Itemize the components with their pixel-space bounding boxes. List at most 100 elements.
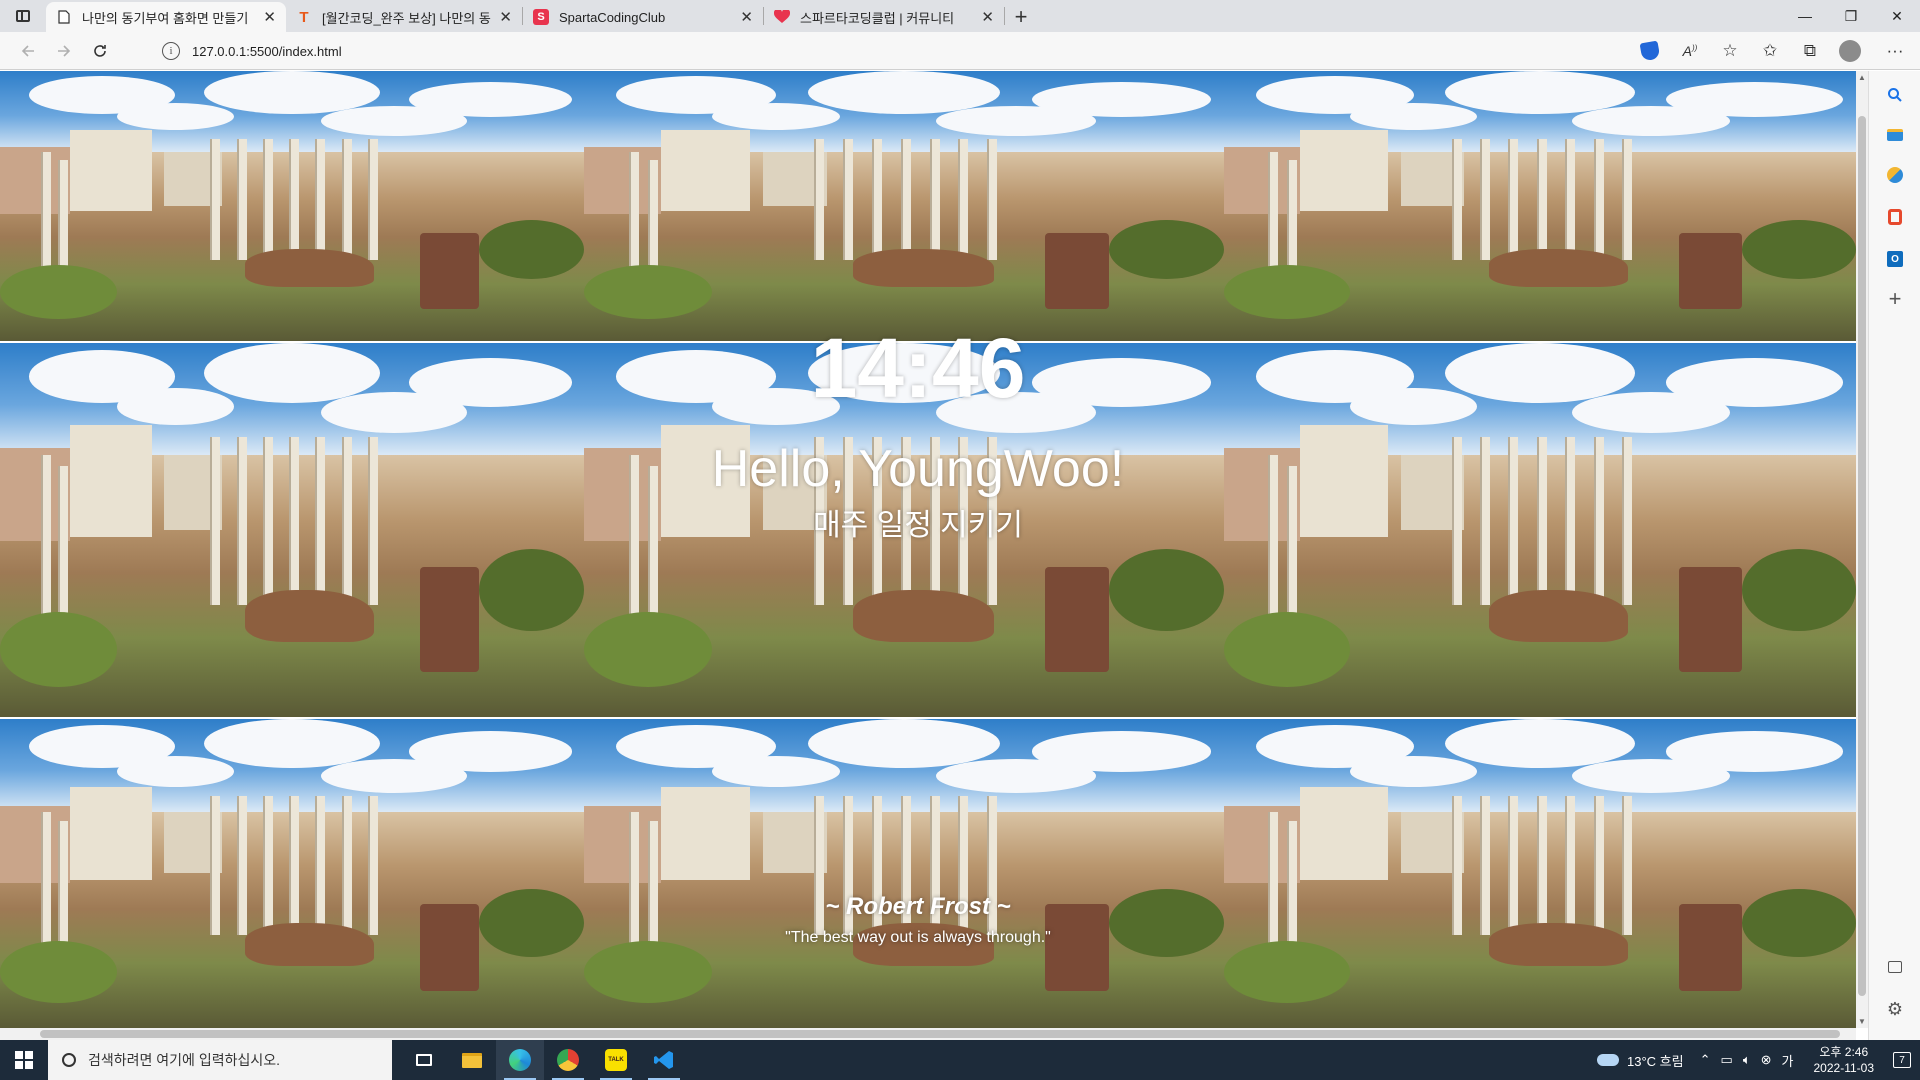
chevron-up-icon[interactable]: ⌃ (1700, 1052, 1711, 1068)
network-icon[interactable]: ▭ (1721, 1052, 1733, 1068)
sidebar-hide-button[interactable] (1883, 955, 1907, 979)
address-bar[interactable]: i 127.0.0.1:5500/index.html (146, 36, 1606, 66)
favorites-button[interactable]: ✩ (1750, 32, 1790, 70)
minimize-button[interactable]: — (1782, 0, 1828, 32)
profile-button[interactable] (1830, 32, 1870, 70)
close-window-button[interactable]: ✕ (1874, 0, 1920, 32)
kakaotalk-icon: TALK (605, 1049, 627, 1071)
sidebar-search-button[interactable] (1883, 83, 1907, 107)
sidebar-tools-button[interactable] (1883, 163, 1907, 187)
weather-text[interactable]: 13°C 흐림 (1627, 1051, 1684, 1070)
folder-icon (462, 1052, 482, 1068)
taskbar-app-kakaotalk[interactable]: TALK (592, 1040, 640, 1080)
tab-title: 스파르타코딩클럽 | 커뮤니티 (800, 10, 955, 26)
screen: 나만의 동기부여 홈화면 만들기 ✕ T [월간코딩_완주 보상] 나만의 동기… (0, 0, 1920, 1080)
add-favorite-button[interactable]: ☆ (1710, 32, 1750, 70)
page-icon (56, 9, 72, 25)
search-icon (1888, 88, 1902, 102)
refresh-icon (94, 44, 106, 57)
tab-title: SpartaCodingClub (559, 9, 666, 25)
new-tab-button[interactable]: + (1005, 2, 1037, 32)
start-button[interactable] (0, 1040, 48, 1080)
office-icon (1888, 209, 1902, 225)
sparta-heart-logo-icon (774, 9, 790, 25)
ime-icon[interactable]: 가 (1782, 1051, 1794, 1070)
task-view-icon (416, 1054, 432, 1066)
shield-icon (1639, 40, 1661, 62)
sidebar-shopping-button[interactable] (1883, 123, 1907, 147)
refresh-button[interactable] (82, 35, 118, 67)
settings-more-button[interactable]: ··· (1870, 32, 1920, 70)
windows-taskbar: 검색하려면 여기에 입력하십시오. TALK 13°C 흐림 ⌃ ▭ 🔈︎ ⊗ … (0, 1040, 1920, 1080)
windows-logo-icon (15, 1051, 33, 1069)
vertical-scrollbar[interactable]: ▲ ▼ (1856, 71, 1868, 1028)
gear-icon: ⚙ (1886, 998, 1904, 1019)
outlook-icon: O (1887, 251, 1903, 267)
close-icon[interactable]: ✕ (263, 8, 276, 26)
collections-icon: ⧉ (1803, 41, 1817, 60)
favorites-star-icon: ✩ (1762, 41, 1778, 60)
close-icon[interactable]: ✕ (981, 8, 994, 26)
greeting: Hello, YoungWoo! (711, 440, 1125, 498)
tab-spartacodingclub[interactable]: S SpartaCodingClub ✕ (523, 2, 763, 32)
vscode-icon (654, 1051, 673, 1069)
close-icon[interactable]: ✕ (499, 8, 512, 26)
taskbar-app-edge[interactable] (496, 1040, 544, 1080)
scroll-down-icon[interactable]: ▼ (1858, 1017, 1866, 1026)
chrome-icon (557, 1049, 579, 1071)
volume-icon[interactable]: 🔈︎ (1743, 1052, 1751, 1068)
tab-motivation-home[interactable]: 나만의 동기부여 홈화면 만들기 ✕ (46, 2, 286, 32)
taskbar-search-placeholder: 검색하려면 여기에 입력하십시오. (88, 1052, 280, 1068)
browser-tab-strip: 나만의 동기부여 홈화면 만들기 ✕ T [월간코딩_완주 보상] 나만의 동기… (0, 0, 1920, 32)
sidebar-settings-button[interactable]: ⚙ (1883, 997, 1907, 1021)
tab-actions-button[interactable] (0, 0, 46, 32)
restore-button[interactable]: ❐ (1828, 0, 1874, 32)
edge-icon (509, 1049, 531, 1071)
status-x-icon[interactable]: ⊗ (1761, 1052, 1772, 1068)
notification-count: 7 (1899, 1054, 1905, 1066)
sparta-logo-icon: S (533, 9, 549, 25)
taskbar-app-chrome[interactable] (544, 1040, 592, 1080)
sidebar-office-button[interactable] (1883, 205, 1907, 229)
motivation-overlay: 14:46 Hello, YoungWoo! 매주 일정 지키기 ~ Rober… (0, 71, 1856, 1028)
tab-actions-icon (16, 10, 30, 22)
shopping-bag-icon (1887, 129, 1903, 141)
tab-title: [월간코딩_완주 보상] 나만의 동기 (322, 10, 492, 26)
t-logo-icon: T (299, 8, 309, 26)
url-text[interactable]: 127.0.0.1:5500/index.html (192, 44, 342, 59)
plus-icon: + (1888, 286, 1902, 311)
window-controls: — ❐ ✕ (1782, 0, 1920, 32)
extension-shield-button[interactable] (1630, 32, 1670, 70)
notification-icon: 7 (1893, 1052, 1911, 1068)
sidebar-add-button[interactable]: + (1883, 286, 1907, 311)
tab-monthly-coding[interactable]: T [월간코딩_완주 보상] 나만의 동기 ✕ (286, 2, 522, 32)
sidebar-outlook-button[interactable]: O (1883, 247, 1907, 271)
more-dots-icon: ··· (1886, 41, 1904, 60)
horizontal-scroll-thumb[interactable] (40, 1030, 1840, 1038)
taskbar-search-box[interactable]: 검색하려면 여기에 입력하십시오. (48, 1040, 392, 1080)
notification-button[interactable]: 7 (1884, 1040, 1920, 1080)
vertical-scroll-thumb[interactable] (1858, 116, 1866, 996)
avatar (1839, 40, 1861, 62)
taskbar-app-explorer[interactable] (448, 1040, 496, 1080)
task-view-button[interactable] (400, 1040, 448, 1080)
taskbar-app-vscode[interactable] (640, 1040, 688, 1080)
forward-button[interactable] (46, 35, 82, 67)
browser-toolbar: i 127.0.0.1:5500/index.html A)) ☆ ✩ ⧉ ··… (0, 32, 1920, 70)
star-plus-icon: ☆ (1722, 41, 1738, 60)
clock: 14:46 (810, 321, 1026, 415)
tools-icon (1887, 167, 1903, 183)
taskbar-date: 2022-11-03 (1813, 1061, 1875, 1075)
close-icon[interactable]: ✕ (740, 8, 753, 26)
horizontal-scrollbar[interactable] (0, 1028, 1856, 1040)
tab-sparta-community[interactable]: 스파르타코딩클럽 | 커뮤니티 ✕ (764, 2, 1004, 32)
taskbar-clock[interactable]: 오후 2:46 2022-11-03 (1814, 1044, 1875, 1076)
back-button[interactable] (10, 35, 46, 67)
edge-sidebar: O + ⚙ (1868, 71, 1920, 1040)
site-info-icon[interactable]: i (162, 42, 180, 60)
collections-button[interactable]: ⧉ (1790, 32, 1830, 70)
scroll-up-icon[interactable]: ▲ (1858, 73, 1866, 82)
taskbar-time: 오후 2:46 (1819, 1045, 1869, 1059)
toolbar-actions: A)) ☆ ✩ ⧉ ··· (1630, 32, 1920, 70)
read-aloud-button[interactable]: A)) (1670, 32, 1710, 70)
